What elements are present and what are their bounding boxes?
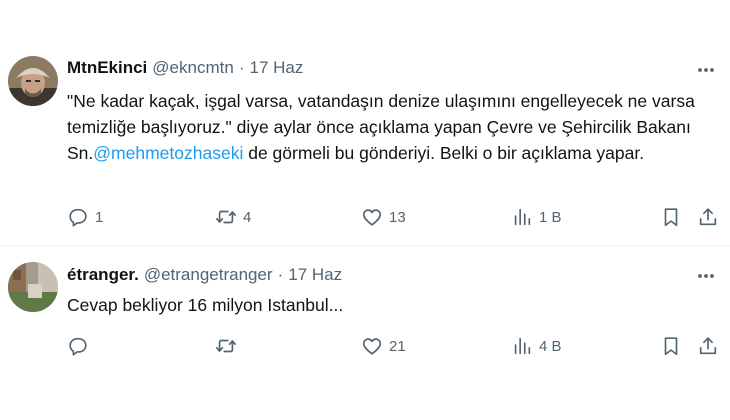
bookmark-button[interactable] — [660, 205, 682, 229]
retweet-button[interactable] — [215, 334, 243, 358]
author-name[interactable]: étranger. — [67, 265, 139, 285]
tweet[interactable]: MtnEkinci @ekncmtn · 17 Haz "Ne kadar ka… — [0, 0, 730, 245]
avatar[interactable] — [8, 56, 58, 106]
speech-bubble-icon — [69, 208, 87, 227]
view-count: 1 B — [539, 208, 562, 226]
tweet-text: Cevap bekliyor 16 milyon Istanbul... — [67, 295, 344, 315]
like-count: 21 — [389, 337, 406, 355]
bookmark-icon — [664, 208, 678, 227]
tweet-header: MtnEkinci @ekncmtn · 17 Haz — [67, 58, 303, 78]
heart-icon — [362, 209, 382, 226]
like-count: 13 — [389, 208, 406, 226]
more-button[interactable] — [694, 264, 718, 288]
heart-icon — [362, 338, 382, 355]
bar-chart-icon — [514, 337, 531, 355]
reply-button[interactable] — [67, 334, 95, 358]
share-upload-icon — [699, 208, 717, 226]
view-count: 4 B — [539, 337, 562, 355]
tweet-text: "Ne kadar kaçak, işgal varsa, vatandaşın… — [67, 88, 717, 166]
timestamp[interactable]: 17 Haz — [249, 58, 303, 78]
author-handle[interactable]: @etrangetranger — [144, 265, 273, 285]
more-dots-icon — [698, 68, 714, 72]
views-button[interactable]: 4 B — [511, 334, 562, 358]
mention-link[interactable]: @mehmetozhaseki — [93, 143, 243, 163]
share-button[interactable] — [697, 334, 719, 358]
author-handle[interactable]: @ekncmtn — [152, 58, 234, 78]
bookmark-icon — [664, 337, 678, 356]
separator: · — [277, 265, 284, 284]
bookmark-button[interactable] — [660, 334, 682, 358]
retweet-button[interactable]: 4 — [215, 205, 251, 229]
street-photo-avatar — [8, 262, 58, 312]
avatar[interactable] — [8, 262, 58, 312]
reply-button[interactable]: 1 — [67, 205, 103, 229]
retweet-arrows-icon — [216, 339, 236, 353]
man-with-cap-avatar — [8, 56, 58, 106]
like-button[interactable]: 21 — [361, 334, 406, 358]
bar-chart-icon — [514, 208, 531, 226]
timestamp[interactable]: 17 Haz — [288, 265, 342, 285]
separator: · — [238, 58, 245, 77]
tweet-text-part: de görmeli bu gönderiyi. Belki o bir açı… — [243, 143, 645, 163]
more-button[interactable] — [694, 58, 718, 82]
tweet-actions: 1 4 13 1 B — [67, 205, 720, 229]
like-button[interactable]: 13 — [361, 205, 406, 229]
retweet-count: 4 — [243, 208, 252, 226]
more-dots-icon — [698, 274, 714, 278]
author-name[interactable]: MtnEkinci — [67, 58, 147, 78]
tweet[interactable]: étranger. @etrangetranger · 17 Haz Cevap… — [0, 245, 730, 420]
speech-bubble-icon — [69, 337, 87, 356]
reply-count: 1 — [95, 208, 104, 226]
retweet-arrows-icon — [216, 210, 236, 224]
share-upload-icon — [699, 337, 717, 355]
tweet-header: étranger. @etrangetranger · 17 Haz — [67, 265, 342, 285]
tweet-actions: 21 4 B — [67, 334, 720, 358]
share-button[interactable] — [697, 205, 719, 229]
views-button[interactable]: 1 B — [511, 205, 562, 229]
